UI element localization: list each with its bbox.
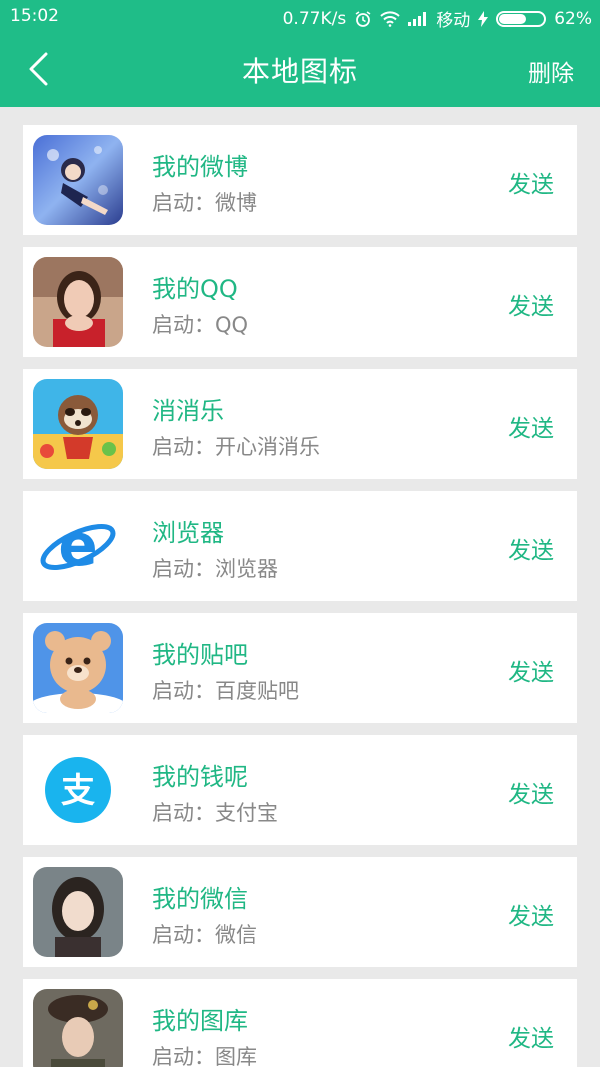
item-subtitle: 启动：百度贴吧 bbox=[152, 679, 299, 703]
alipay-icon-glyph: 支 bbox=[61, 771, 95, 811]
wifi-icon bbox=[380, 10, 400, 27]
item-subtitle: 启动：微博 bbox=[152, 191, 257, 215]
delete-button[interactable]: 删除 bbox=[528, 54, 574, 88]
girl-photo-thumbnail bbox=[33, 867, 123, 957]
alipay-icon: 支 bbox=[33, 745, 123, 835]
item-title: 我的微博 bbox=[152, 153, 248, 181]
list-item[interactable]: 消消乐 启动：开心消消乐 发送 bbox=[23, 369, 577, 479]
signal-icon bbox=[408, 11, 428, 26]
icon-list: 我的微博 启动：微博 发送 我的QQ 启动：QQ 发送 消消乐 启动：开心消消乐… bbox=[23, 125, 577, 1067]
list-item[interactable]: 我的图库 启动：图库 发送 bbox=[23, 979, 577, 1067]
send-button[interactable]: 发送 bbox=[508, 653, 554, 687]
battery-icon bbox=[496, 10, 547, 27]
soldier-photo-thumbnail bbox=[33, 989, 123, 1067]
charging-icon bbox=[478, 10, 489, 27]
item-title: 我的钱呢 bbox=[152, 763, 248, 791]
send-button[interactable]: 发送 bbox=[508, 165, 554, 199]
item-title: 浏览器 bbox=[152, 519, 224, 547]
status-right: 0.77K/s 移动 62% bbox=[282, 6, 592, 32]
list-item[interactable]: 支 我的钱呢 启动：支付宝 发送 bbox=[23, 735, 577, 845]
item-subtitle: 启动：浏览器 bbox=[152, 557, 278, 581]
item-subtitle: 启动：开心消消乐 bbox=[152, 435, 320, 459]
raccoon-game-thumbnail bbox=[33, 379, 123, 469]
send-button[interactable]: 发送 bbox=[508, 775, 554, 809]
item-title: 消消乐 bbox=[152, 397, 224, 425]
send-button[interactable]: 发送 bbox=[508, 1019, 554, 1053]
list-item[interactable]: e 浏览器 启动：浏览器 发送 bbox=[23, 491, 577, 601]
alarm-icon bbox=[354, 10, 372, 28]
item-title: 我的微信 bbox=[152, 885, 248, 913]
battery-percent: 62% bbox=[554, 8, 592, 29]
item-subtitle: 启动：图库 bbox=[152, 1045, 257, 1067]
item-title: 我的QQ bbox=[152, 275, 238, 303]
item-subtitle: 启动：微信 bbox=[152, 923, 257, 947]
list-item[interactable]: 我的QQ 启动：QQ 发送 bbox=[23, 247, 577, 357]
network-speed: 0.77K/s bbox=[282, 8, 347, 29]
item-subtitle: 启动：QQ bbox=[152, 313, 249, 337]
send-button[interactable]: 发送 bbox=[508, 409, 554, 443]
item-title: 我的贴吧 bbox=[152, 641, 248, 669]
woman-photo-thumbnail bbox=[33, 257, 123, 347]
list-item[interactable]: 我的贴吧 启动：百度贴吧 发送 bbox=[23, 613, 577, 723]
battery-level bbox=[499, 13, 527, 24]
item-subtitle: 启动：支付宝 bbox=[152, 801, 278, 825]
page-title: 本地图标 bbox=[241, 55, 358, 88]
ie-browser-icon: e bbox=[33, 501, 123, 591]
item-title: 我的图库 bbox=[152, 1007, 248, 1035]
bear-icon bbox=[33, 623, 123, 713]
list-item[interactable]: 我的微博 启动：微博 发送 bbox=[23, 125, 577, 235]
top-bar: 15:02 0.77K/s 移动 62% 本地图标 删除 bbox=[0, 0, 600, 107]
send-button[interactable]: 发送 bbox=[508, 287, 554, 321]
send-button[interactable]: 发送 bbox=[508, 897, 554, 931]
list-item[interactable]: 我的微信 启动：微信 发送 bbox=[23, 857, 577, 967]
carrier-label: 移动 bbox=[436, 11, 471, 31]
status-time: 15:02 bbox=[10, 6, 59, 26]
status-bar: 15:02 0.77K/s 移动 62% bbox=[0, 0, 600, 32]
nav-bar: 本地图标 删除 bbox=[0, 32, 600, 107]
send-button[interactable]: 发送 bbox=[508, 531, 554, 565]
anime-girl-thumbnail bbox=[33, 135, 123, 225]
